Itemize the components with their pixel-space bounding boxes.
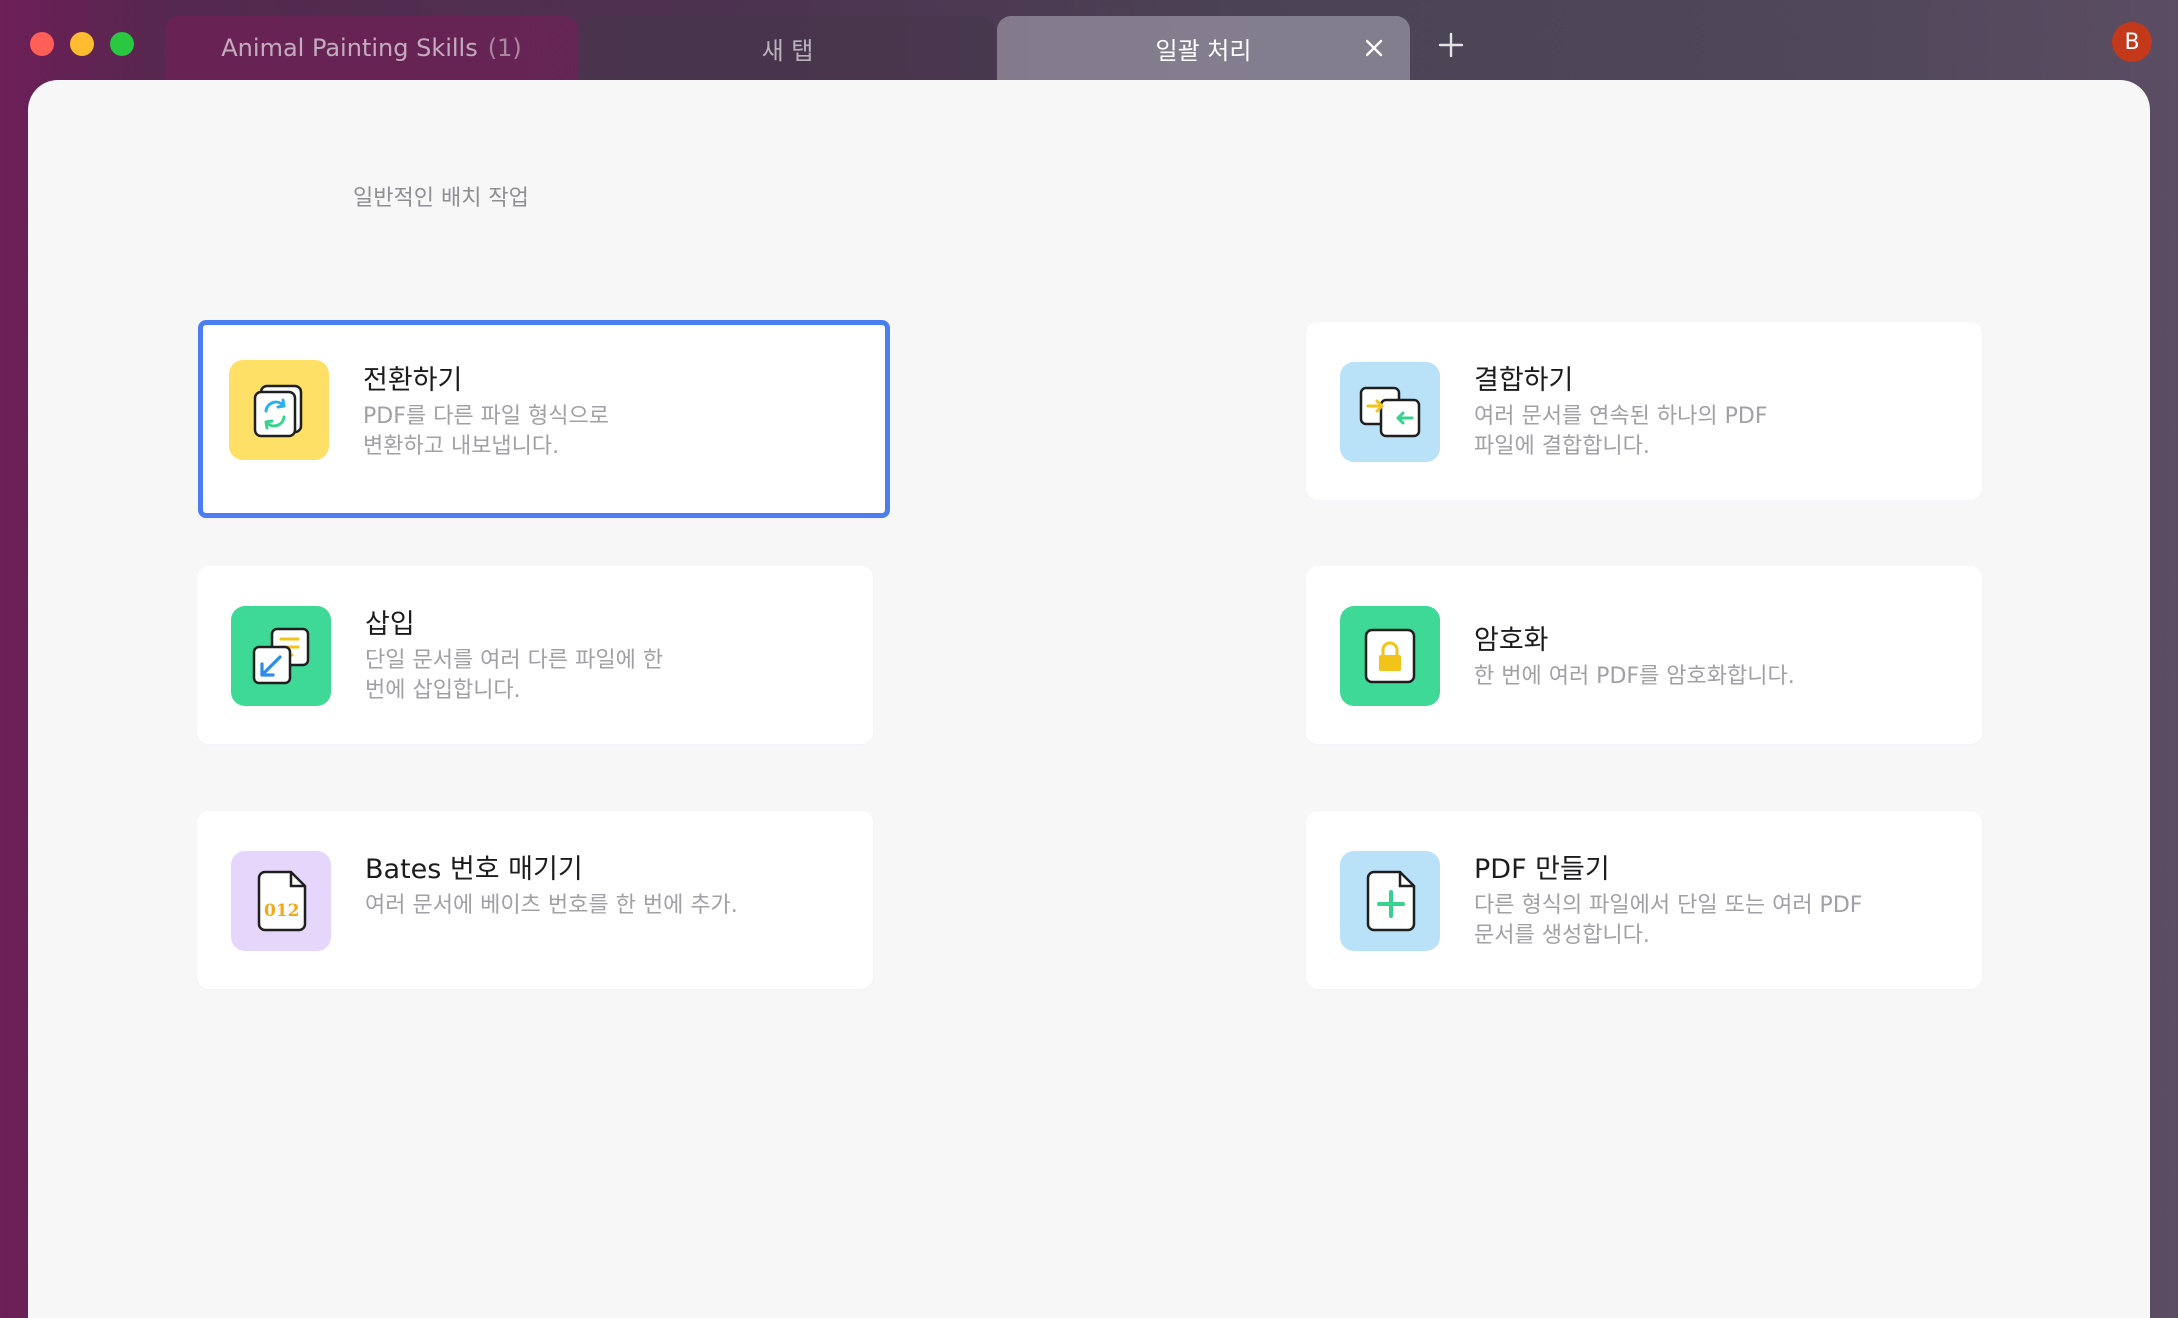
- title-bar: Animal Painting Skills (1) 새 탭 일괄 처리 B: [0, 0, 2178, 82]
- create-pdf-icon: [1340, 851, 1440, 951]
- card-description-line: 여러 문서를 연속된 하나의 PDF: [1474, 404, 1768, 429]
- minimize-window-button[interactable]: [70, 32, 94, 56]
- encrypt-card[interactable]: 암호화 한 번에 여러 PDF를 암호화합니다.: [1306, 566, 1982, 744]
- lock-icon: [1340, 606, 1440, 706]
- tab-batch-processing[interactable]: 일괄 처리: [997, 16, 1410, 80]
- card-description: 다른 형식의 파일에서 단일 또는 여러 PDF 문서를 생성합니다.: [1474, 891, 1934, 951]
- card-description-line: 파일에 결합합니다.: [1474, 434, 1650, 459]
- tab-label: 일괄 처리: [1155, 36, 1252, 65]
- tab-label: Animal Painting Skills: [221, 34, 478, 62]
- card-description-line: PDF를 다른 파일 형식으로: [363, 404, 610, 429]
- insert-card[interactable]: 삽입 단일 문서를 여러 다른 파일에 한 번에 삽입합니다.: [197, 566, 873, 744]
- plus-icon: [1438, 32, 1464, 58]
- card-description-line: 변환하고 내보냅니다.: [363, 434, 560, 459]
- svg-text:012: 012: [264, 901, 300, 921]
- card-description-line: 한 번에 여러 PDF를 암호화합니다.: [1474, 664, 1795, 689]
- card-description: PDF를 다른 파일 형식으로 변환하고 내보냅니다.: [363, 402, 823, 462]
- new-tab-button[interactable]: [1436, 30, 1466, 60]
- card-description-line: 다른 형식의 파일에서 단일 또는 여러 PDF: [1474, 893, 1863, 918]
- card-title: 결합하기: [1474, 365, 1574, 396]
- card-title: PDF 만들기: [1474, 854, 1610, 885]
- card-title: 전환하기: [363, 365, 463, 396]
- insert-icon: [231, 606, 331, 706]
- card-description: 단일 문서를 여러 다른 파일에 한 번에 삽입합니다.: [365, 646, 825, 706]
- convert-card[interactable]: 전환하기 PDF를 다른 파일 형식으로 변환하고 내보냅니다.: [198, 320, 890, 518]
- bates-number-icon: 012: [231, 851, 331, 951]
- convert-icon: [229, 360, 329, 460]
- combine-icon: [1340, 362, 1440, 462]
- card-description-line: 여러 문서에 베이츠 번호를 한 번에 추가.: [365, 893, 738, 918]
- create-pdf-card[interactable]: PDF 만들기 다른 형식의 파일에서 단일 또는 여러 PDF 문서를 생성합…: [1306, 811, 1982, 989]
- close-window-button[interactable]: [30, 32, 54, 56]
- close-tab-icon[interactable]: [1360, 34, 1388, 62]
- card-description-line: 문서를 생성합니다.: [1474, 923, 1650, 948]
- bates-numbering-card[interactable]: 012 Bates 번호 매기기 여러 문서에 베이츠 번호를 한 번에 추가.: [197, 811, 873, 989]
- card-description-line: 단일 문서를 여러 다른 파일에 한: [365, 648, 664, 673]
- card-description-line: 번에 삽입합니다.: [365, 678, 521, 703]
- card-description: 여러 문서에 베이츠 번호를 한 번에 추가.: [365, 891, 825, 921]
- combine-card[interactable]: 결합하기 여러 문서를 연속된 하나의 PDF 파일에 결합합니다.: [1306, 322, 1982, 500]
- card-title: Bates 번호 매기기: [365, 854, 583, 885]
- tab-animal-painting-skills[interactable]: Animal Painting Skills (1): [165, 16, 578, 80]
- section-title: 일반적인 배치 작업: [353, 186, 529, 211]
- card-title: 삽입: [365, 609, 415, 640]
- card-description: 여러 문서를 연속된 하나의 PDF 파일에 결합합니다.: [1474, 402, 1934, 462]
- card-description: 한 번에 여러 PDF를 암호화합니다.: [1474, 662, 1934, 692]
- tab-count: (1): [487, 34, 522, 62]
- tab-label: 새 탭: [761, 36, 814, 65]
- zoom-window-button[interactable]: [110, 32, 134, 56]
- tab-new-tab[interactable]: 새 탭: [581, 16, 994, 80]
- user-avatar[interactable]: B: [2112, 22, 2152, 62]
- card-title: 암호화: [1474, 625, 1549, 656]
